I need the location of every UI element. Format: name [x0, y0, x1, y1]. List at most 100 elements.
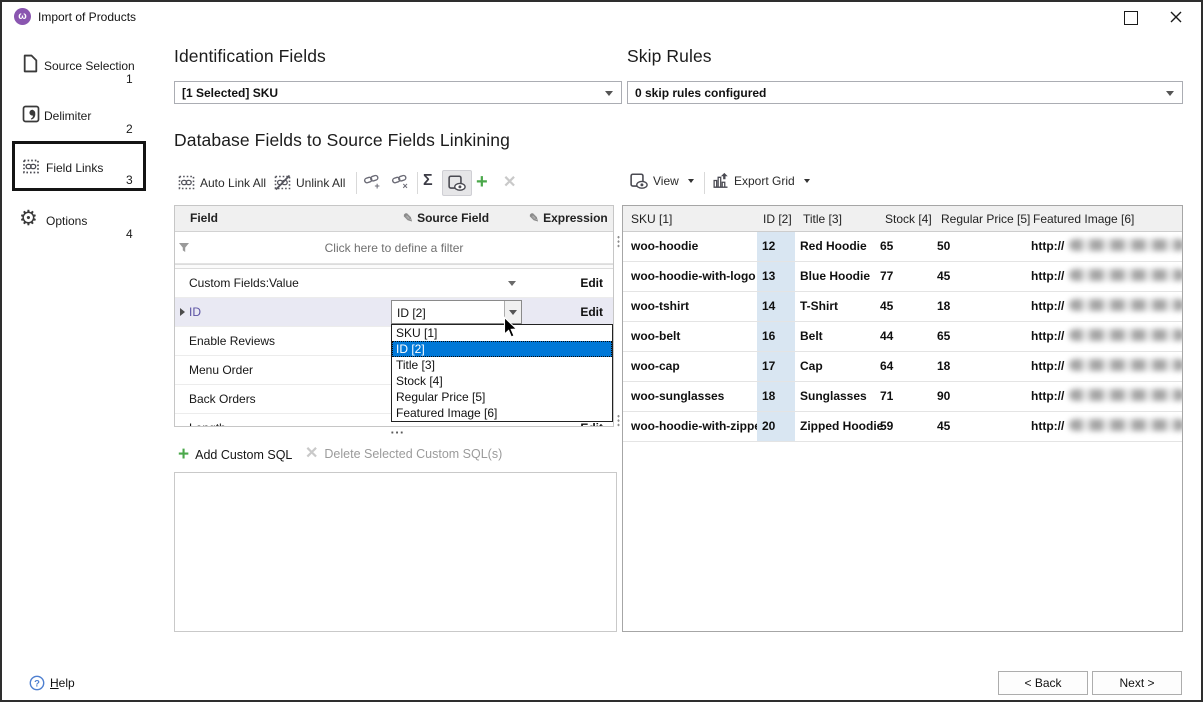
preview-toggle-button[interactable] [442, 170, 472, 196]
cell-image: http:// [1031, 292, 1181, 321]
cell-image: http:// [1031, 232, 1181, 261]
edit-link[interactable]: Edit [580, 276, 603, 290]
column-header-expression[interactable]: ✎Expression [529, 211, 608, 225]
grid-row[interactable]: woo-hoodie-with-logo 13 Blue Hoodie 77 4… [623, 262, 1182, 292]
mapping-row-id[interactable]: ID ID [2] Edit [175, 298, 613, 327]
cell-title: Sunglasses [800, 382, 884, 411]
export-grid-button[interactable]: Export Grid [712, 172, 810, 189]
skip-rules-select[interactable]: 0 skip rules configured [627, 81, 1183, 104]
grid-row[interactable]: woo-cap 17 Cap 64 18 http:// [623, 352, 1182, 382]
window-title: Import of Products [38, 10, 136, 24]
step-number: 1 [126, 72, 133, 86]
maximize-button[interactable] [1124, 11, 1138, 25]
delimiter-icon [22, 105, 40, 126]
cell-title: T-Shirt [800, 292, 884, 321]
redacted-url-blur [1069, 419, 1183, 431]
mapping-row-custom-fields-value[interactable]: Custom Fields:Value Edit [175, 269, 613, 298]
delete-custom-sql-button-disabled: ✕ Delete Selected Custom SQL(s) [305, 446, 502, 462]
source-dropdown-arrow-icon[interactable] [508, 281, 516, 286]
cell-stock: 45 [880, 292, 930, 321]
help-question-icon: ? [29, 675, 45, 691]
identification-fields-select[interactable]: [1 Selected] SKU [174, 81, 622, 104]
sidebar-item-field-links[interactable]: Field Links [46, 161, 103, 175]
grid-row[interactable]: woo-hoodie-with-zipper 20 Zipped Hoodie … [623, 412, 1182, 442]
mapping-table-header: Field ✎Source Field ✎Expression [175, 206, 613, 232]
source-field-combo-value: ID [2] [397, 306, 426, 320]
grid-row[interactable]: woo-sunglasses 18 Sunglasses 71 90 http:… [623, 382, 1182, 412]
panel-splitter-grip[interactable] [617, 235, 620, 248]
source-dropdown-arrow-icon[interactable] [508, 426, 516, 427]
column-header-field[interactable]: Field [190, 211, 218, 225]
cell-stock: 44 [880, 322, 930, 351]
dropdown-option[interactable]: Regular Price [5] [392, 389, 612, 405]
link-plus-icon: + [363, 173, 382, 191]
add-row-button[interactable]: + [476, 172, 488, 192]
field-links-icon [22, 158, 40, 178]
source-field-dropdown[interactable]: SKU [1] ID [2] Title [3] Stock [4] Regul… [391, 324, 613, 422]
grid-row[interactable]: woo-belt 16 Belt 44 65 http:// [623, 322, 1182, 352]
grid-row[interactable]: woo-hoodie 12 Red Hoodie 65 50 http:// [623, 232, 1182, 262]
cell-image: http:// [1031, 322, 1181, 351]
cell-stock: 71 [880, 382, 930, 411]
chevron-down-icon [1166, 91, 1174, 96]
help-button[interactable]: ? Help [29, 675, 75, 691]
table-resize-grip[interactable] [390, 431, 404, 434]
remove-link-button[interactable]: × [391, 173, 410, 194]
sidebar-item-delimiter[interactable]: Delimiter [44, 109, 91, 123]
cell-image: http:// [1031, 412, 1181, 441]
dropdown-option[interactable]: Stock [4] [392, 373, 612, 389]
cell-price: 18 [937, 292, 1025, 321]
auto-link-all-button[interactable]: Auto Link All [178, 174, 266, 191]
cell-id: 13 [757, 262, 795, 291]
dropdown-option[interactable]: SKU [1] [392, 325, 612, 341]
pencil-icon: ✎ [529, 211, 539, 225]
identification-fields-heading: Identification Fields [174, 46, 326, 67]
cell-stock: 77 [880, 262, 930, 291]
grid-header-sku[interactable]: SKU [1] [631, 212, 672, 226]
document-icon [22, 54, 39, 76]
grid-header-id[interactable]: ID [2] [763, 212, 792, 226]
cell-id: 12 [757, 232, 795, 261]
view-menu-button[interactable]: View [630, 173, 694, 189]
cell-title: Red Hoodie [800, 232, 884, 261]
cell-sku: woo-hoodie-with-logo [631, 262, 757, 291]
cell-stock: 65 [880, 232, 930, 261]
step-number: 2 [126, 122, 133, 136]
column-header-source-field[interactable]: ✎Source Field [403, 211, 489, 225]
grid-header-title[interactable]: Title [3] [803, 212, 842, 226]
cell-price: 90 [937, 382, 1025, 411]
add-custom-sql-button[interactable]: + Add Custom SQL [178, 445, 292, 464]
expression-sigma-button[interactable]: Σ [423, 172, 433, 190]
grid-header-price[interactable]: Regular Price [5] [941, 212, 1030, 226]
sidebar-item-options[interactable]: Options [46, 214, 87, 228]
dropdown-option[interactable]: Title [3] [392, 357, 612, 373]
panel-splitter-grip[interactable] [617, 414, 620, 427]
unlink-all-button[interactable]: Unlink All [274, 174, 345, 191]
source-preview-grid: SKU [1] ID [2] Title [3] Stock [4] Regul… [622, 205, 1183, 632]
cell-stock: 59 [880, 412, 930, 441]
grid-row[interactable]: woo-tshirt 14 T-Shirt 45 18 http:// [623, 292, 1182, 322]
add-link-button[interactable]: + [363, 173, 382, 194]
skip-rules-value: 0 skip rules configured [635, 86, 766, 100]
delete-row-button-disabled: ✕ [503, 175, 516, 191]
close-button[interactable] [1168, 9, 1184, 25]
redacted-url-blur [1069, 269, 1183, 281]
mouse-cursor [503, 316, 520, 343]
pencil-icon: ✎ [403, 211, 413, 225]
cell-sku: woo-hoodie [631, 232, 757, 261]
grid-header-stock[interactable]: Stock [4] [885, 212, 932, 226]
sidebar-item-source-selection[interactable]: Source Selection [44, 59, 135, 73]
redacted-url-blur [1069, 359, 1183, 371]
edit-link[interactable]: Edit [580, 305, 603, 319]
filter-row[interactable]: Click here to define a filter [175, 232, 613, 264]
grid-header-image[interactable]: Featured Image [6] [1033, 212, 1134, 226]
dropdown-option[interactable]: Featured Image [6] [392, 405, 612, 421]
cell-sku: woo-cap [631, 352, 757, 381]
app-logo-icon: ω [14, 8, 31, 25]
svg-text:+: + [375, 181, 380, 191]
custom-sql-editor[interactable] [174, 472, 617, 632]
back-button[interactable]: < Back [998, 671, 1088, 695]
dropdown-option[interactable]: ID [2] [392, 341, 612, 357]
cell-stock: 64 [880, 352, 930, 381]
next-button[interactable]: Next > [1092, 671, 1182, 695]
